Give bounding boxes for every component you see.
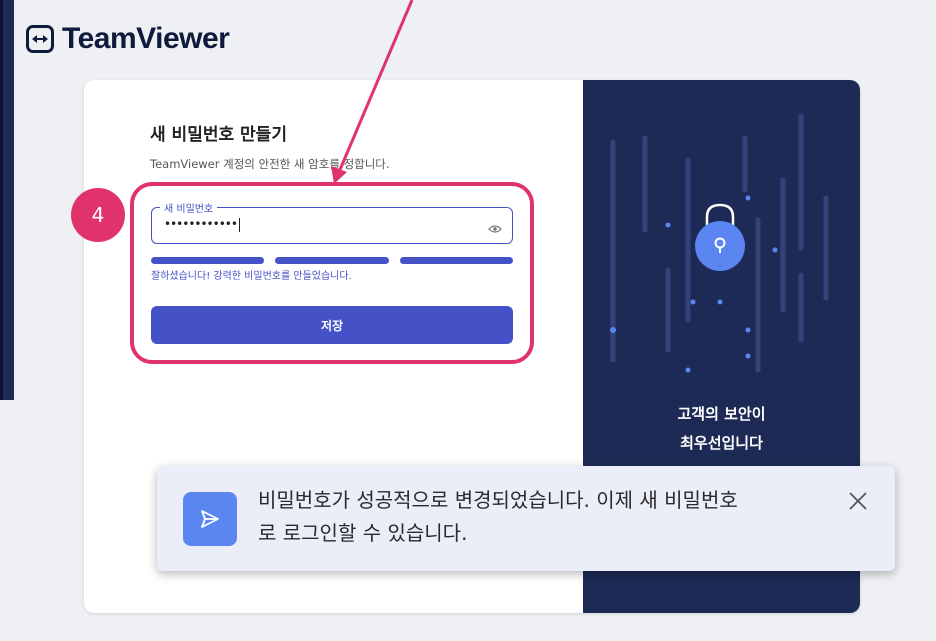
security-headline-line1: 고객의 보안이 (677, 405, 766, 423)
page-title: 새 비밀번호 만들기 (150, 125, 287, 145)
background-window-edge (0, 0, 14, 400)
close-icon[interactable] (847, 490, 869, 512)
send-icon (183, 492, 237, 546)
success-toast: 비밀번호가 성공적으로 변경되었습니다. 이제 새 비밀번호로 로그인할 수 있… (157, 466, 895, 571)
security-headline-line2: 최우선입니다 (680, 434, 763, 452)
annotation-highlight-box (130, 182, 534, 364)
page-subtitle: TeamViewer 계정의 안전한 새 암호를 정합니다. (150, 157, 390, 171)
teamviewer-logo-icon (26, 25, 54, 53)
lock-illustration (610, 113, 829, 373)
step-number-badge: 4 (71, 188, 125, 242)
brand-name: TeamViewer (62, 22, 230, 55)
toast-message: 비밀번호가 성공적으로 변경되었습니다. 이제 새 비밀번호로 로그인할 수 있… (258, 488, 738, 545)
teamviewer-logo: TeamViewer (26, 22, 230, 56)
